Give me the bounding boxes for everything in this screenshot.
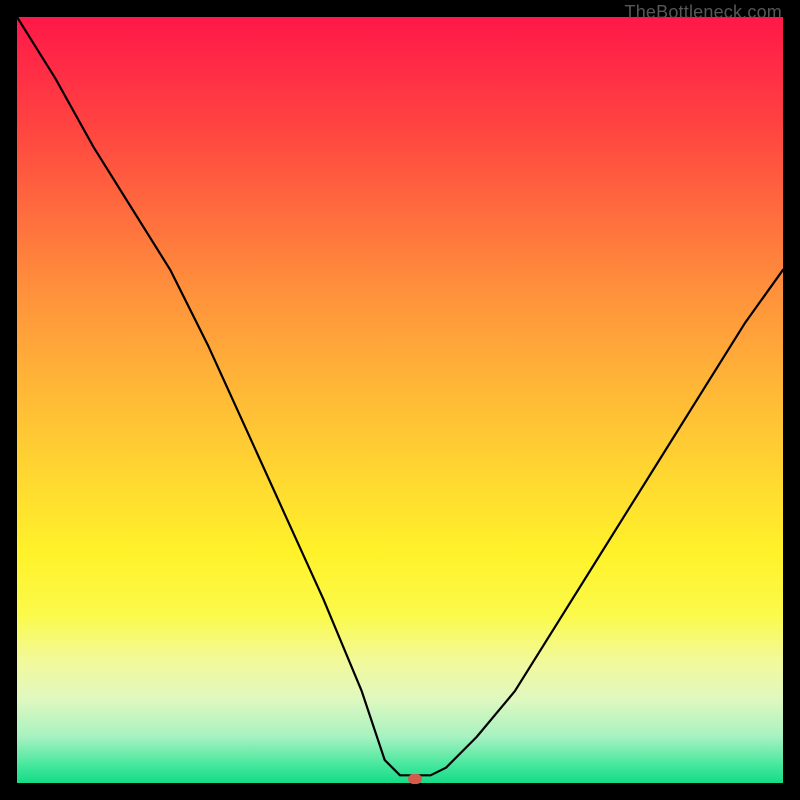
plot-area <box>17 17 783 783</box>
watermark-text: TheBottleneck.com <box>625 2 782 23</box>
bottleneck-curve <box>17 17 783 783</box>
chart-frame: TheBottleneck.com <box>0 0 800 800</box>
optimum-marker <box>408 774 422 784</box>
